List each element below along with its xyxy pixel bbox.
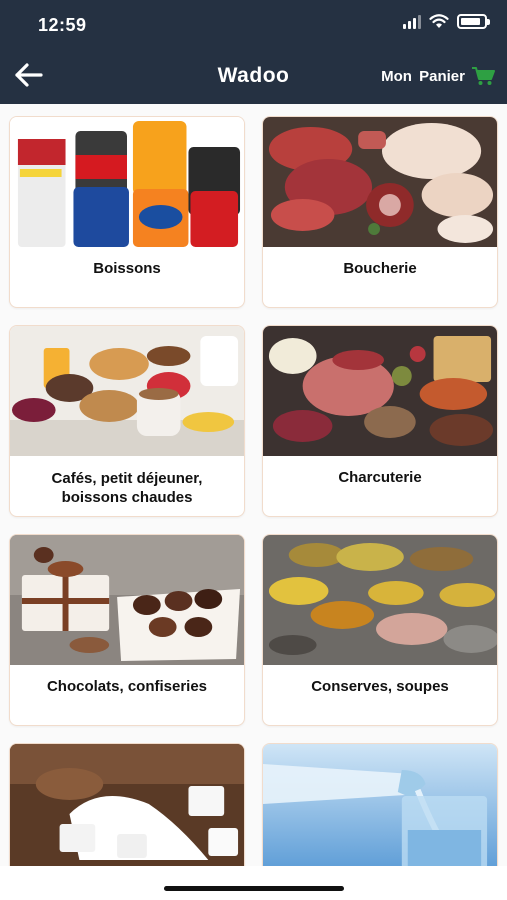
- category-label: Boucherie: [343, 260, 417, 277]
- category-card-cafes[interactable]: Cafés, petit déjeuner, boissons chaudes: [9, 325, 245, 517]
- cart-label: Mon Panier: [381, 67, 465, 85]
- canned-food-image: [263, 535, 497, 665]
- charcuterie-image: [263, 326, 497, 456]
- status-icons: [403, 14, 490, 29]
- chocolates-image: [10, 535, 244, 665]
- category-card-chocolats[interactable]: Chocolats, confiseries: [9, 534, 245, 726]
- sugar-image: [10, 744, 244, 866]
- category-card-water[interactable]: [262, 743, 498, 866]
- wifi-icon: [429, 14, 449, 28]
- cart-button[interactable]: Mon Panier: [381, 66, 495, 86]
- bottom-safe-area: [0, 866, 507, 900]
- category-card-sugar[interactable]: [9, 743, 245, 866]
- category-card-boissons[interactable]: Boissons: [9, 116, 245, 308]
- category-label: Conserves, soupes: [311, 678, 449, 695]
- category-label: Boissons: [93, 260, 161, 277]
- water-image: [263, 744, 497, 866]
- battery-level: [461, 18, 480, 25]
- app-header: 12:59 Wadoo Mon Panier: [0, 0, 507, 104]
- status-time: 12:59: [38, 15, 87, 35]
- category-grid: Boissons Boucherie Cafés, petit déjeuner…: [0, 104, 507, 866]
- shopping-cart-icon: [472, 67, 495, 85]
- category-label: Charcuterie: [338, 469, 422, 486]
- breakfast-image: [10, 326, 244, 456]
- beverages-image: [10, 117, 244, 247]
- category-label: Cafés, petit déjeuner, boissons chaudes: [51, 470, 203, 506]
- home-indicator[interactable]: [164, 886, 344, 891]
- category-card-conserves[interactable]: Conserves, soupes: [262, 534, 498, 726]
- cellular-signal-icon: [403, 14, 421, 29]
- category-card-charcuterie[interactable]: Charcuterie: [262, 325, 498, 517]
- category-label: Chocolats, confiseries: [46, 678, 208, 695]
- category-card-boucherie[interactable]: Boucherie: [262, 116, 498, 308]
- back-arrow-icon[interactable]: [14, 62, 44, 88]
- battery-icon: [457, 14, 490, 29]
- butchery-image: [263, 117, 497, 247]
